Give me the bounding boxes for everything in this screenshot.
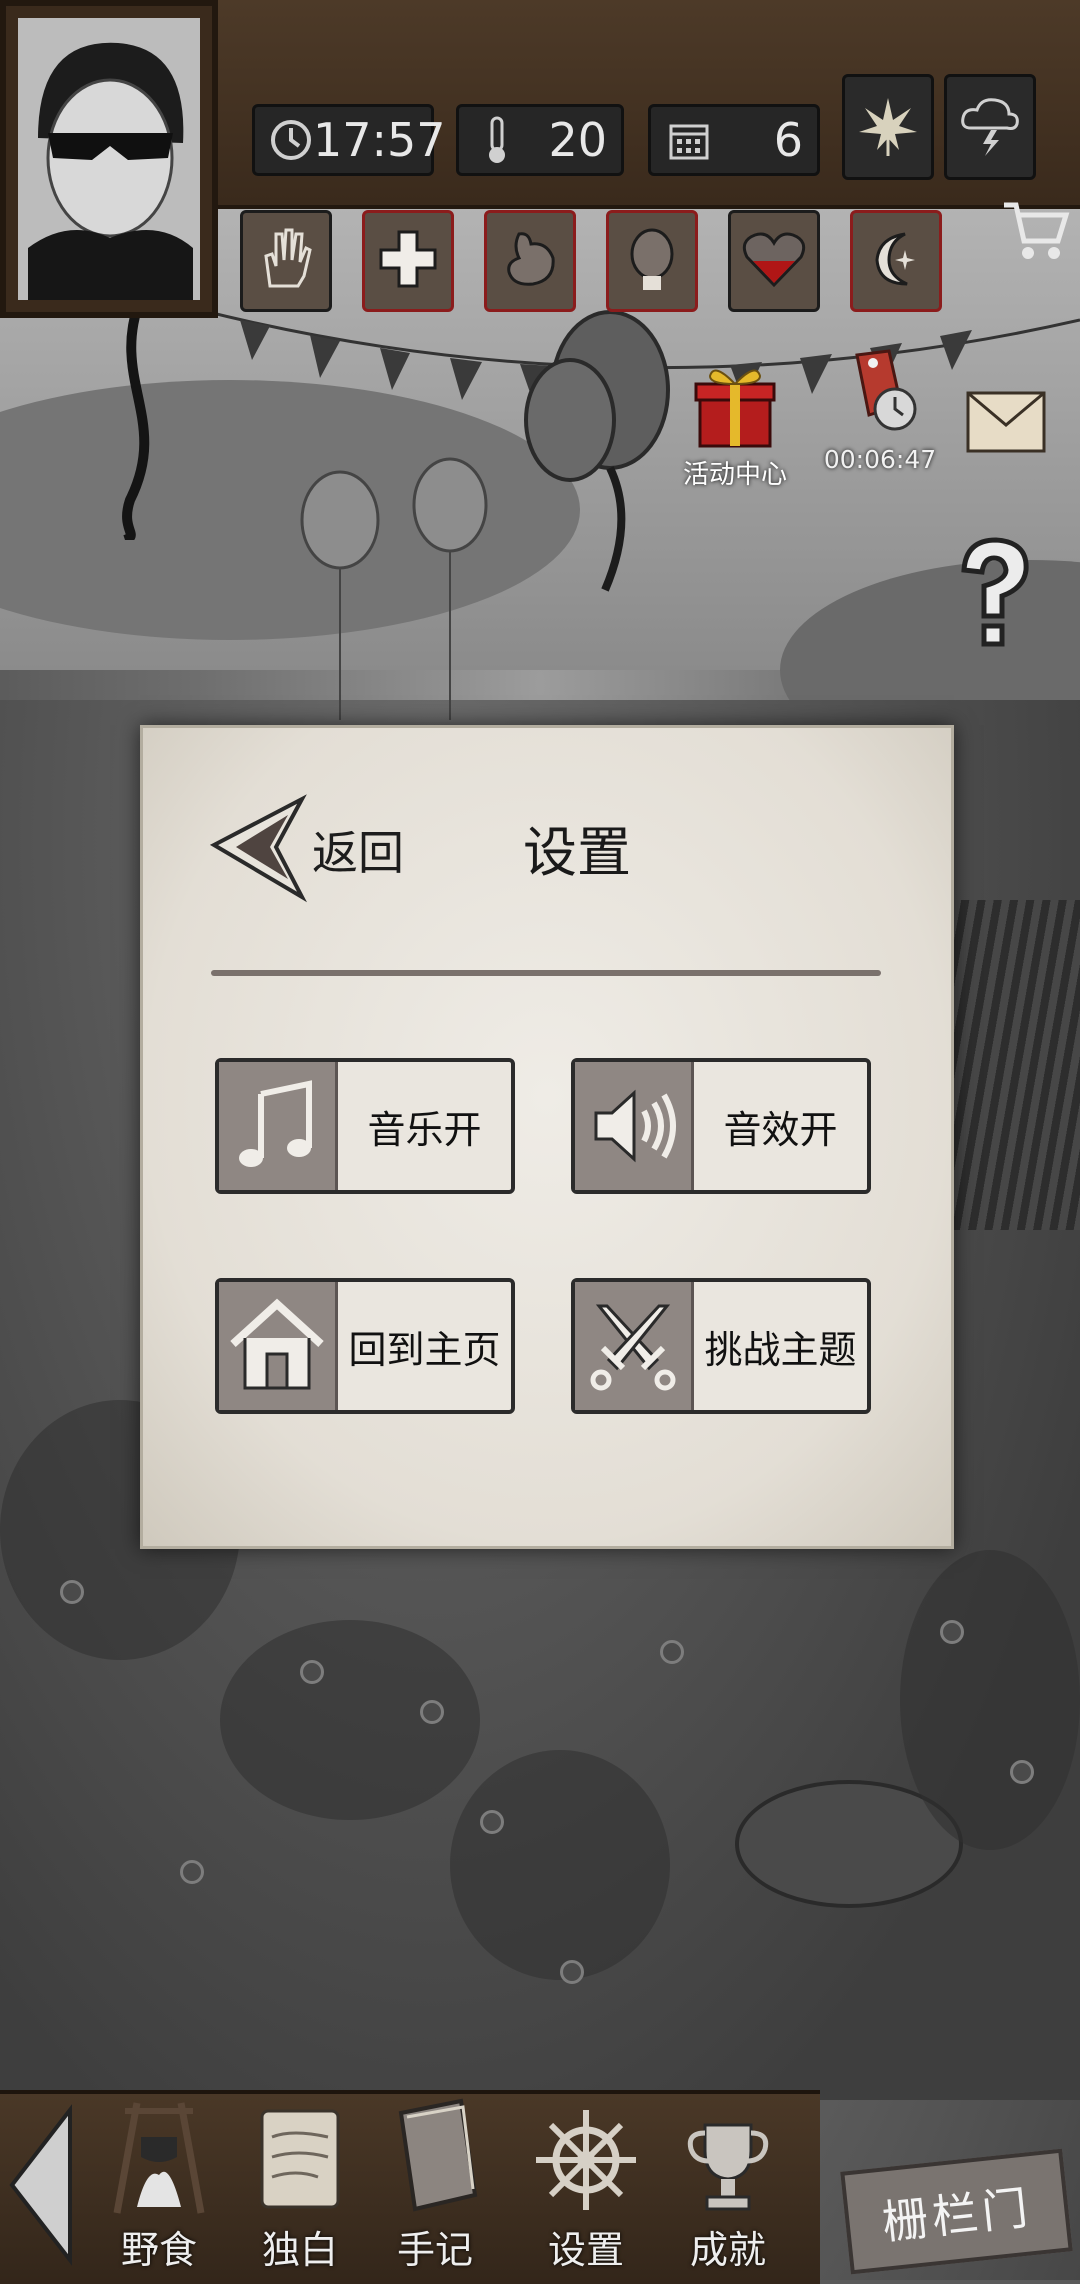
time-value: 17:57	[313, 113, 446, 167]
thermometer-icon	[473, 116, 521, 164]
avatar	[18, 18, 200, 300]
event-center-button[interactable]: 活动中心	[680, 360, 790, 491]
flower	[180, 1860, 204, 1884]
challenge-theme-label: 挑战主题	[704, 1327, 857, 1372]
envelope-icon	[953, 379, 1047, 463]
flower	[1010, 1760, 1034, 1784]
status-mind[interactable]	[606, 210, 698, 312]
flower	[660, 1640, 684, 1664]
crossed-swords-icon	[575, 1282, 694, 1410]
calendar-icon	[665, 116, 713, 164]
shop-button[interactable]	[1000, 195, 1072, 271]
temperature-display: 20	[456, 104, 624, 176]
status-heart[interactable]	[728, 210, 820, 312]
gift-box-icon	[690, 369, 780, 454]
status-sleep[interactable]	[850, 210, 942, 312]
collapse-toolbar-button[interactable]	[6, 2100, 76, 2270]
nav-label: 设置	[547, 2228, 624, 2272]
settings-dialog: 返回 设置 音乐开 音效开 回到主页 挑战主题	[140, 725, 954, 1549]
day-display: 6	[648, 104, 820, 176]
hand-icon	[258, 226, 314, 296]
return-home-label: 回到主页	[348, 1327, 501, 1372]
mind-icon	[621, 226, 683, 296]
sound-effects-toggle-button[interactable]: 音效开	[571, 1058, 871, 1194]
ship-wheel-icon	[531, 2095, 641, 2215]
price-tag-clock-icon	[835, 349, 925, 445]
status-stomach[interactable]	[484, 210, 576, 312]
shopping-cart-icon	[1000, 202, 1072, 271]
flower	[940, 1620, 964, 1644]
day-value: 6	[773, 113, 803, 167]
bush	[450, 1750, 670, 1980]
speaker-icon	[575, 1062, 694, 1190]
question-mark-icon	[940, 537, 1050, 664]
nav-item-forage[interactable]: 野食	[104, 2095, 214, 2274]
nav-item-achievements[interactable]: 成就	[673, 2095, 783, 2274]
help-button[interactable]	[940, 530, 1050, 660]
bush	[900, 1550, 1080, 1850]
nav-item-monologue[interactable]: 独白	[245, 2095, 355, 2274]
flower	[420, 1700, 444, 1724]
trophy-icon	[673, 2095, 783, 2215]
journal-icon	[380, 2095, 490, 2215]
nav-label: 成就	[689, 2228, 766, 2272]
character-portrait[interactable]	[0, 0, 218, 318]
thunderstorm-icon	[957, 92, 1023, 162]
status-hand[interactable]	[240, 210, 332, 312]
sound-effects-toggle-label: 音效开	[723, 1107, 838, 1152]
health-icon	[377, 228, 439, 294]
scroll-icon	[245, 2095, 355, 2215]
music-note-icon	[219, 1062, 338, 1190]
sleep-icon	[865, 228, 927, 294]
challenge-theme-button[interactable]: 挑战主题	[571, 1278, 871, 1414]
balloons-decoration	[300, 310, 670, 720]
bush	[220, 1620, 480, 1820]
music-toggle-button[interactable]: 音乐开	[215, 1058, 515, 1194]
time-display: 17:57	[252, 104, 446, 176]
status-health[interactable]	[362, 210, 454, 312]
weather-button[interactable]	[944, 74, 1036, 180]
offer-timer: 00:06:47	[823, 445, 937, 474]
mail-button[interactable]	[953, 379, 1047, 459]
page-title: 设置	[523, 821, 631, 884]
nav-item-journal[interactable]: 手记	[380, 2095, 490, 2274]
leaf-icon	[855, 92, 921, 162]
return-home-button[interactable]: 回到主页	[215, 1278, 515, 1414]
nav-item-settings[interactable]: 设置	[531, 2095, 641, 2274]
flower	[300, 1660, 324, 1684]
flower	[480, 1810, 504, 1834]
status-icons-row	[240, 210, 942, 312]
nav-label: 手记	[396, 2228, 473, 2272]
limited-offer-button[interactable]: 00:06:47	[820, 345, 940, 474]
event-center-label: 活动中心	[682, 460, 787, 490]
stomach-icon	[499, 228, 561, 294]
heart-icon	[741, 229, 807, 293]
music-toggle-label: 音乐开	[367, 1107, 482, 1152]
divider	[211, 970, 881, 976]
rope-decoration	[122, 300, 150, 540]
temperature-value: 20	[548, 113, 607, 167]
season-button[interactable]	[842, 74, 934, 180]
tent-decoration	[945, 900, 1080, 1230]
flower	[560, 1960, 584, 1984]
nav-label: 独白	[261, 2228, 338, 2272]
clock-icon	[269, 116, 313, 164]
left-arrow-icon	[6, 2104, 76, 2274]
nav-label: 野食	[120, 2228, 197, 2272]
campfire-icon	[104, 2095, 214, 2215]
home-icon	[219, 1282, 338, 1410]
flower	[60, 1580, 84, 1604]
